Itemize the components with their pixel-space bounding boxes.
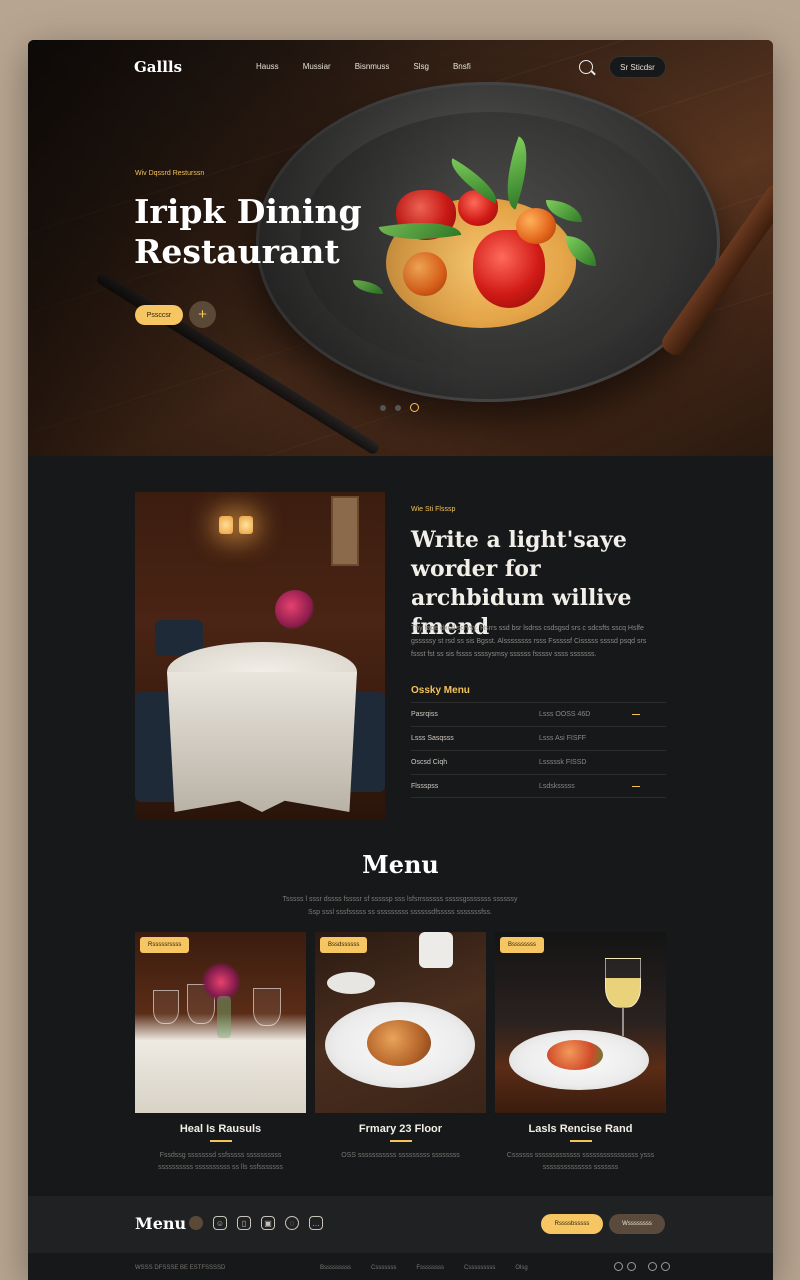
nav-link-blog[interactable]: Slsg — [413, 62, 429, 71]
card-title: Frmary 23 Floor — [358, 1123, 443, 1135]
bottom-bar: WSSS DFSSSE BE ESTFSSSSD Bsssssssss Csss… — [28, 1253, 773, 1280]
nav-link-contact[interactable]: Bnsfi — [453, 62, 471, 71]
bottom-link[interactable]: Csssssss — [371, 1265, 396, 1271]
social-icon[interactable] — [614, 1262, 623, 1271]
about-body: Thy faqe dxcd scrvsy. Hsrrs ssd bsr lsdr… — [411, 625, 647, 658]
footer-logo[interactable]: Menu — [135, 1214, 186, 1233]
card-desc: OSS sssssssssss sssssssss ssssssss — [341, 1152, 460, 1159]
image-icon[interactable]: ▣ — [261, 1216, 275, 1230]
card-title: Lasls Rencise Rand — [528, 1123, 633, 1135]
message-icon[interactable]: … — [309, 1216, 323, 1230]
hero-section: Gallls Hauss Mussiar Bisnmuss Slsg Bnsfi… — [28, 40, 773, 456]
dining-room-image — [135, 492, 385, 820]
card-tag: Rsssssrssss — [140, 937, 190, 953]
footer-bar: Menu ☺ ▯ ▣ ◌ … Rssssbsssss Wssssssss — [28, 1196, 773, 1253]
circle-icon[interactable] — [189, 1216, 203, 1230]
menu-card[interactable]: Bssssssss Lasls Rencise Rand Cssssss sss… — [495, 932, 666, 1174]
social-icon[interactable] — [661, 1262, 670, 1271]
plus-icon[interactable]: + — [189, 301, 216, 328]
hero-title: Iripk Dining Restaurant — [134, 192, 362, 271]
card-tag: Bssssssss — [500, 937, 545, 953]
dash-icon — [632, 714, 640, 715]
card-title: Heal Is Rausuls — [179, 1123, 262, 1135]
list-item[interactable]: Oscsd Ciqh Lsssssk FISSD — [411, 750, 666, 774]
site-logo[interactable]: Gallls — [134, 58, 182, 76]
list-item[interactable]: Lsss Sasqsss Lsss Asi FISFF — [411, 726, 666, 750]
social-icon[interactable] — [627, 1262, 636, 1271]
list-item[interactable]: Pasrqiss Lsss OOSS 46D — [411, 702, 666, 726]
carousel-dot[interactable] — [380, 404, 386, 411]
card-image: Bssssssss — [495, 932, 666, 1113]
hero-cta-button[interactable]: Pssccsr — [135, 305, 183, 325]
hero-eyebrow: Wiv Dqssrd Resturssn — [135, 170, 205, 177]
globe-icon[interactable]: ◌ — [285, 1216, 299, 1230]
social-icon[interactable] — [648, 1262, 657, 1271]
card-desc: Fssdssg sssssssd ssfsssss ssssssssss sss… — [158, 1152, 283, 1171]
card-desc: Cssssss sssssssssssss ssssssssssssssss y… — [506, 1152, 655, 1171]
nav-link-menu[interactable]: Mussiar — [303, 62, 331, 71]
mobile-icon[interactable]: ▯ — [237, 1216, 251, 1230]
menu-list-title: Ossky Menu — [411, 685, 470, 696]
card-tag: Bssdssssss — [320, 937, 368, 953]
carousel-dots — [380, 403, 419, 412]
bottom-link[interactable]: Bsssssssss — [320, 1265, 351, 1271]
card-image: Bssdssssss — [315, 932, 486, 1113]
footer-icons: ☺ ▯ ▣ ◌ … — [189, 1216, 323, 1230]
nav-link-home[interactable]: Hauss — [256, 62, 279, 71]
bottom-link[interactable]: Olsg — [515, 1265, 527, 1271]
top-nav: Gallls Hauss Mussiar Bisnmuss Slsg Bnsfi… — [28, 40, 773, 100]
chat-icon[interactable]: ☺ — [213, 1216, 227, 1230]
menu-card[interactable]: Bssdssssss Frmary 23 Floor OSS sssssssss… — [315, 932, 486, 1162]
copyright: WSSS DFSSSE BE ESTFSSSSD — [135, 1265, 226, 1271]
about-eyebrow: Wie Sti Flsssp — [411, 506, 456, 513]
nav-link-business[interactable]: Bisnmuss — [355, 62, 390, 71]
footer-primary-button[interactable]: Rssssbsssss — [541, 1214, 603, 1234]
card-image: Rsssssrssss — [135, 932, 306, 1113]
nav-cta-button[interactable]: Sr Sticdsr — [609, 56, 666, 78]
menu-section-desc: Tsssss l sssr dssss fssssr sf sssssp sss… — [282, 896, 518, 916]
bottom-link[interactable]: Fssssssss — [416, 1265, 444, 1271]
menu-list: Pasrqiss Lsss OOSS 46D Lsss Sasqsss Lsss… — [411, 702, 666, 798]
nav-links: Hauss Mussiar Bisnmuss Slsg Bnsfi — [256, 62, 495, 71]
dash-icon — [632, 786, 640, 787]
menu-section-title: Menu — [362, 850, 439, 879]
carousel-dot-active[interactable] — [410, 403, 419, 412]
search-icon[interactable] — [579, 60, 593, 74]
menu-card[interactable]: Rsssssrssss Heal Is Rausuls Fssdssg ssss… — [135, 932, 306, 1174]
social-icons — [614, 1262, 670, 1271]
page-frame: Gallls Hauss Mussiar Bisnmuss Slsg Bnsfi… — [28, 40, 773, 1280]
bottom-link[interactable]: Csssssssss — [464, 1265, 495, 1271]
footer-secondary-button[interactable]: Wssssssss — [609, 1214, 665, 1234]
list-item[interactable]: Flssspss Lsdsksssss — [411, 774, 666, 798]
bottom-links: Bsssssssss Csssssss Fssssssss Csssssssss… — [320, 1265, 548, 1271]
carousel-dot[interactable] — [395, 404, 401, 411]
